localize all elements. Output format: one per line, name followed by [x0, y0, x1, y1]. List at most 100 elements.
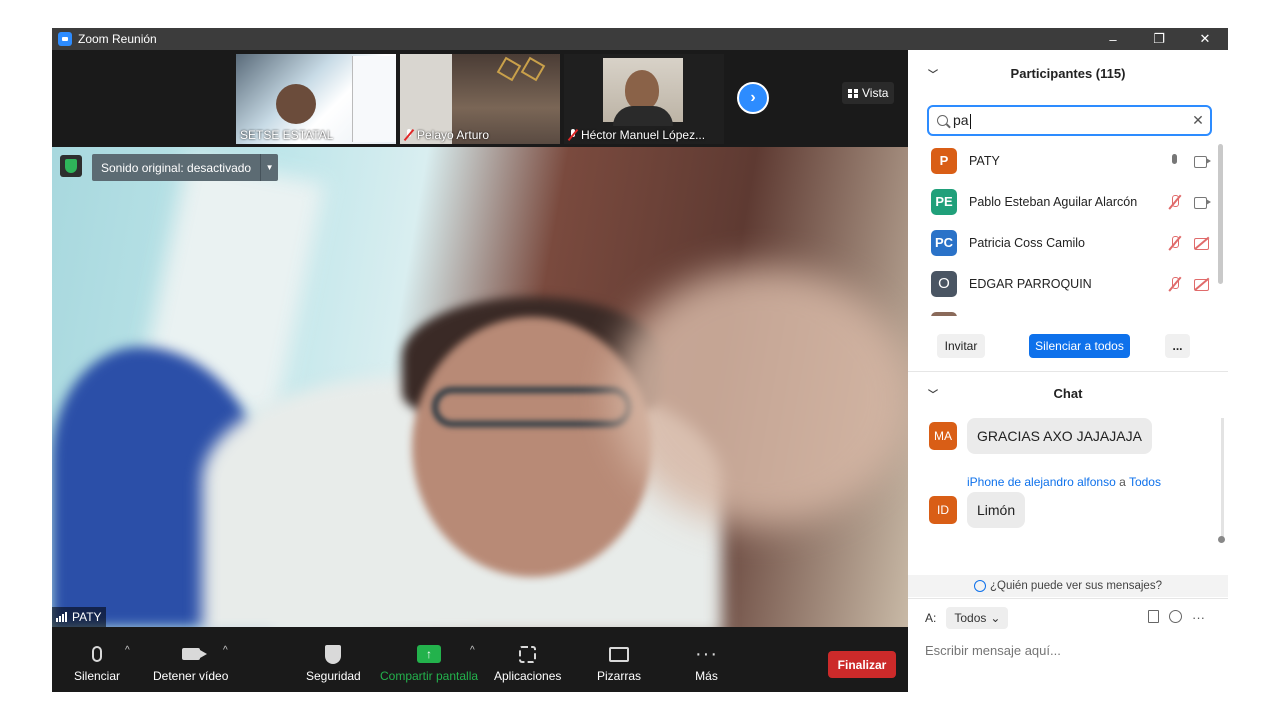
mute-all-button[interactable]: Silenciar a todos	[1029, 334, 1130, 358]
participant-name: PATY	[969, 153, 1000, 168]
participant-row[interactable]: PE Pablo Esteban Aguilar Alarcón	[908, 181, 1218, 222]
shared-document-preview	[352, 56, 396, 142]
chevron-down-icon: ⌄	[990, 611, 1001, 625]
participant-row[interactable]: P PATY	[908, 140, 1218, 181]
signal-strength-icon	[56, 612, 68, 622]
section-divider	[908, 371, 1228, 372]
participant-row-partial[interactable]	[908, 304, 1218, 316]
thumbnail-strip: SETSE ESTATAL Pelayo Arturo Héctor Manue…	[52, 50, 908, 146]
share-screen-button[interactable]: ↑ Compartir pantalla	[380, 641, 478, 689]
minimize-button[interactable]: –	[1090, 28, 1136, 50]
muted-mic-icon	[404, 129, 414, 141]
chat-message-bubble: Limón	[967, 492, 1026, 528]
avatar: O	[931, 270, 957, 297]
thumbnail-name-label: Héctor Manuel López...	[568, 128, 705, 142]
wall-decoration	[520, 56, 546, 82]
search-input[interactable]: pa	[953, 112, 1186, 129]
original-sound-toggle[interactable]: Sonido original: desactivado ▼	[92, 154, 279, 181]
participant-name: Patricia Coss Camilo	[969, 235, 1086, 250]
view-button[interactable]: Vista	[842, 82, 895, 104]
participants-scrollbar[interactable]	[1218, 144, 1223, 284]
section-divider	[908, 598, 1228, 599]
stop-video-button[interactable]: Detener vídeo	[153, 641, 228, 689]
participant-row[interactable]: PC Patricia Coss Camilo	[908, 222, 1218, 263]
chat-recipient-row: A: Todos ⌄	[925, 606, 1009, 630]
security-button[interactable]: Seguridad	[306, 641, 361, 689]
participant-video-body	[613, 106, 673, 126]
next-page-button[interactable]: ›	[737, 82, 769, 114]
chat-scrollbar[interactable]	[1221, 418, 1224, 538]
emoji-icon[interactable]	[1169, 610, 1182, 623]
share-options-caret[interactable]: ^	[470, 645, 475, 656]
side-panel: ﹀ Participantes (115) pa ✕ P PATY PE Pab…	[908, 50, 1228, 692]
apps-button[interactable]: Aplicaciones	[494, 641, 561, 689]
more-button[interactable]: ··· Más	[695, 641, 718, 689]
chat-section-header[interactable]: ﹀ Chat	[908, 376, 1228, 410]
person-icon	[974, 580, 987, 592]
mic-on-icon	[1168, 153, 1182, 169]
zoom-logo-icon	[58, 32, 72, 46]
recipient-dropdown[interactable]: Todos ⌄	[946, 607, 1009, 629]
zoom-window: Zoom Reunión – ❐ ✕ SETSE ESTATAL Pelayo …	[52, 28, 1228, 692]
video-blurred-hand	[612, 267, 908, 527]
mic-muted-icon	[1168, 235, 1182, 251]
encryption-shield-icon[interactable]	[60, 155, 82, 177]
video-thumbnail[interactable]: Pelayo Arturo	[400, 54, 560, 144]
participant-search[interactable]: pa ✕	[927, 105, 1212, 136]
chevron-right-icon: ›	[750, 89, 756, 106]
apps-icon	[519, 645, 537, 663]
thumbnail-name-label: Pelayo Arturo	[404, 128, 489, 142]
video-off-icon	[1194, 237, 1212, 250]
video-face	[412, 317, 652, 577]
audio-options-caret[interactable]: ^	[125, 645, 130, 656]
video-on-icon	[1194, 196, 1212, 209]
participants-section-header[interactable]: ﹀ Participantes (115)	[908, 56, 1228, 90]
chevron-down-icon[interactable]: ﹀	[928, 66, 938, 81]
avatar: PC	[931, 229, 957, 256]
video-glasses	[432, 387, 632, 427]
chevron-down-icon[interactable]: ▼	[260, 154, 278, 181]
participant-video	[603, 58, 683, 126]
avatar: ID	[929, 496, 957, 524]
participant-video-face	[276, 84, 316, 124]
title-bar: Zoom Reunión – ❐ ✕	[52, 28, 1228, 50]
invite-button[interactable]: Invitar	[937, 334, 985, 358]
chevron-down-icon[interactable]: ﹀	[928, 386, 938, 401]
chat-message-sender: iPhone de alejandro alfonso a Todos	[967, 475, 1161, 489]
video-thumbnail[interactable]: SETSE ESTATAL	[236, 54, 396, 144]
window-title: Zoom Reunión	[78, 32, 157, 46]
meeting-toolbar: Silenciar ^ Detener vídeo ^ Seguridad ↑ …	[52, 627, 908, 692]
wall-decoration	[496, 56, 522, 82]
file-icon[interactable]	[1148, 610, 1159, 623]
participant-video-face	[625, 70, 659, 110]
more-dots-icon: ···	[695, 643, 718, 665]
participants-more-button[interactable]: ...	[1165, 334, 1190, 358]
microphone-icon	[92, 646, 103, 662]
avatar: P	[931, 147, 957, 174]
clear-search-icon[interactable]: ✕	[1186, 112, 1210, 129]
thumbnail-name-label: SETSE ESTATAL	[240, 128, 334, 142]
participant-row[interactable]: O EDGAR PARROQUIN	[908, 263, 1218, 304]
video-on-icon	[1194, 155, 1212, 168]
main-video[interactable]: Sonido original: desactivado ▼ PATY	[52, 147, 908, 627]
chat-privacy-link[interactable]: ¿Quién puede ver sus mensajes?	[908, 575, 1228, 597]
restore-button[interactable]: ❐	[1136, 28, 1182, 50]
video-options-caret[interactable]: ^	[223, 645, 228, 656]
chat-message-bubble: GRACIAS AXO JAJAJAJA	[967, 418, 1152, 454]
more-dots-icon[interactable]: ···	[1192, 610, 1205, 625]
avatar	[931, 311, 957, 316]
end-meeting-button[interactable]: Finalizar	[828, 651, 896, 678]
avatar: PE	[931, 188, 957, 215]
participant-name: EDGAR PARROQUIN	[969, 276, 1092, 291]
share-screen-icon: ↑	[417, 645, 442, 663]
close-button[interactable]: ✕	[1182, 28, 1228, 50]
whiteboards-button[interactable]: Pizarras	[597, 641, 641, 689]
chat-message-input[interactable]	[925, 640, 1215, 660]
chat-actions: ···	[1148, 610, 1205, 625]
mute-button[interactable]: Silenciar	[74, 641, 120, 689]
video-thumbnail[interactable]: Héctor Manuel López...	[564, 54, 724, 144]
chat-scroll-thumb[interactable]	[1218, 536, 1225, 543]
shield-icon	[325, 644, 342, 664]
participant-name: Pablo Esteban Aguilar Alarcón	[969, 194, 1138, 209]
mic-muted-icon	[1168, 276, 1182, 292]
